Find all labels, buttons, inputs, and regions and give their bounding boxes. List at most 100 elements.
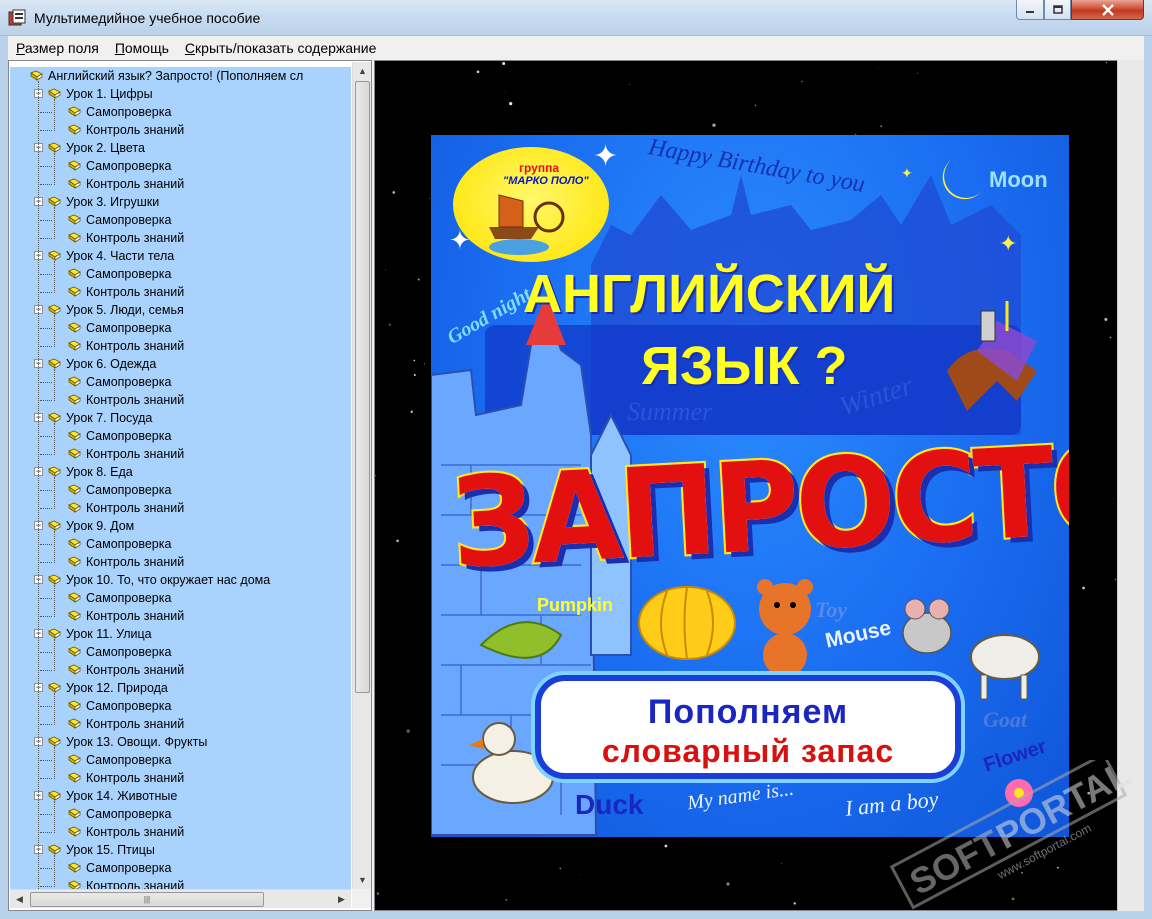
- tree-connector: [40, 130, 52, 131]
- tree-connector: [54, 423, 55, 455]
- tree-item-label: Урок 12. Природа: [66, 681, 168, 695]
- tree-item-lesson[interactable]: − Урок 15. Птицы: [10, 841, 351, 859]
- tree-item-self-check[interactable]: Самопроверка: [10, 589, 351, 607]
- tree-item-label: Самопроверка: [86, 699, 172, 713]
- tree-horizontal-scroll-thumb[interactable]: |||: [30, 892, 264, 907]
- tree-item-lesson[interactable]: − Урок 4. Части тела: [10, 247, 351, 265]
- tree-item-lesson[interactable]: − Урок 8. Еда: [10, 463, 351, 481]
- tree-connector: [40, 220, 52, 221]
- tree-item-lesson[interactable]: − Урок 12. Природа: [10, 679, 351, 697]
- tree-item-label: Урок 11. Улица: [66, 627, 152, 641]
- book-icon: [68, 178, 81, 189]
- tree-connector: [40, 778, 52, 779]
- maximize-button[interactable]: [1044, 0, 1071, 20]
- tree-item-self-check[interactable]: Самопроверка: [10, 427, 351, 445]
- tree-item-self-check[interactable]: Самопроверка: [10, 643, 351, 661]
- tree-connector: [40, 112, 52, 113]
- tree-item-label: Самопроверка: [86, 537, 172, 551]
- tree-item-lesson[interactable]: − Урок 11. Улица: [10, 625, 351, 643]
- tree-item-knowledge-test[interactable]: Контроль знаний: [10, 877, 351, 889]
- tree-connector: [54, 801, 55, 833]
- tree-item-lesson[interactable]: − Урок 13. Овощи. Фрукты: [10, 733, 351, 751]
- tree-connector: [40, 868, 52, 869]
- tree-connector: [54, 639, 55, 671]
- tree-item-root[interactable]: Английский язык? Запросто! (Пополняем сл: [10, 67, 351, 85]
- tree-item-knowledge-test[interactable]: Контроль знаний: [10, 337, 351, 355]
- tree-item-knowledge-test[interactable]: Контроль знаний: [10, 121, 351, 139]
- tree-connector: [40, 544, 52, 545]
- tree-item-knowledge-test[interactable]: Контроль знаний: [10, 391, 351, 409]
- star-icon: ✦: [901, 165, 913, 181]
- scroll-left-arrow-icon[interactable]: ◀: [10, 890, 29, 908]
- minimize-button[interactable]: [1016, 0, 1044, 20]
- tree-item-lesson[interactable]: − Урок 9. Дом: [10, 517, 351, 535]
- close-button[interactable]: [1071, 0, 1144, 20]
- tree-item-label: Самопроверка: [86, 105, 172, 119]
- tree-item-knowledge-test[interactable]: Контроль знаний: [10, 553, 351, 571]
- tree-item-lesson[interactable]: − Урок 1. Цифры: [10, 85, 351, 103]
- tree-item-self-check[interactable]: Самопроверка: [10, 535, 351, 553]
- menu-toggle-contents[interactable]: Скрыть/показать содержание: [177, 40, 384, 56]
- tree-item-lesson[interactable]: − Урок 2. Цвета: [10, 139, 351, 157]
- tree-item-lesson[interactable]: − Урок 14. Животные: [10, 787, 351, 805]
- tree-item-knowledge-test[interactable]: Контроль знаний: [10, 229, 351, 247]
- tree-item-self-check[interactable]: Самопроверка: [10, 481, 351, 499]
- tree-item-label: Самопроверка: [86, 375, 172, 389]
- book-icon: [48, 196, 61, 207]
- book-icon: [68, 610, 81, 621]
- tree-connector: [40, 562, 52, 563]
- tree-item-self-check[interactable]: Самопроверка: [10, 373, 351, 391]
- tree-item-self-check[interactable]: Самопроверка: [10, 265, 351, 283]
- tree-item-self-check[interactable]: Самопроверка: [10, 805, 351, 823]
- tree-item-knowledge-test[interactable]: Контроль знаний: [10, 661, 351, 679]
- title-bar: Мультимедийное учебное пособие: [0, 0, 1152, 36]
- minimize-icon: [1026, 10, 1034, 13]
- scrollbar-corner: [352, 889, 371, 908]
- publisher-label: группа: [519, 161, 560, 175]
- tree-item-knowledge-test[interactable]: Контроль знаний: [10, 823, 351, 841]
- scroll-up-arrow-icon[interactable]: ▲: [353, 62, 372, 80]
- tree-item-knowledge-test[interactable]: Контроль знаний: [10, 175, 351, 193]
- book-icon: [48, 142, 61, 153]
- tree-item-lesson[interactable]: − Урок 10. То, что окружает нас дома: [10, 571, 351, 589]
- tree-item-self-check[interactable]: Самопроверка: [10, 103, 351, 121]
- tree-item-knowledge-test[interactable]: Контроль знаний: [10, 607, 351, 625]
- tree-item-label: Урок 7. Посуда: [66, 411, 153, 425]
- star-icon: ✦: [593, 140, 619, 173]
- tree-item-self-check[interactable]: Самопроверка: [10, 211, 351, 229]
- tree-item-knowledge-test[interactable]: Контроль знаний: [10, 499, 351, 517]
- tree-item-label: Самопроверка: [86, 807, 172, 821]
- tree-item-lesson[interactable]: − Урок 3. Игрушки: [10, 193, 351, 211]
- tree-item-self-check[interactable]: Самопроверка: [10, 751, 351, 769]
- tree-item-self-check[interactable]: Самопроверка: [10, 859, 351, 877]
- window-title: Мультимедийное учебное пособие: [34, 10, 261, 26]
- tree-item-knowledge-test[interactable]: Контроль знаний: [10, 445, 351, 463]
- tree-item-lesson[interactable]: − Урок 5. Люди, семья: [10, 301, 351, 319]
- tree-item-knowledge-test[interactable]: Контроль знаний: [10, 715, 351, 733]
- tree-connector: [40, 652, 52, 653]
- tree-item-knowledge-test[interactable]: Контроль знаний: [10, 283, 351, 301]
- tree-item-self-check[interactable]: Самопроверка: [10, 319, 351, 337]
- tree-item-knowledge-test[interactable]: Контроль знаний: [10, 769, 351, 787]
- tree-connector: [38, 81, 39, 889]
- scroll-right-arrow-icon[interactable]: ▶: [332, 890, 351, 908]
- tree-item-label: Контроль знаний: [86, 663, 185, 677]
- tree-vertical-scroll-thumb[interactable]: [355, 81, 370, 693]
- scroll-down-arrow-icon[interactable]: ▼: [353, 871, 372, 889]
- book-icon: [68, 214, 81, 225]
- menu-field-size[interactable]: Размер поля: [8, 40, 107, 56]
- menu-help[interactable]: Помощь: [107, 40, 177, 56]
- tree-horizontal-scrollbar[interactable]: ◀ ||| ▶: [10, 889, 351, 908]
- tree-item-self-check[interactable]: Самопроверка: [10, 697, 351, 715]
- ship-icon: [489, 194, 565, 255]
- book-icon: [68, 430, 81, 441]
- cover-title-line1: АНГЛИЙСКИЙ: [523, 264, 896, 324]
- tree-item-lesson[interactable]: − Урок 7. Посуда: [10, 409, 351, 427]
- tree-vertical-scrollbar[interactable]: ▲ ▼: [352, 62, 371, 889]
- tree-item-self-check[interactable]: Самопроверка: [10, 157, 351, 175]
- tree-connector: [40, 886, 52, 887]
- book-icon: [68, 664, 81, 675]
- tree-item-label: Самопроверка: [86, 483, 172, 497]
- tree-item-lesson[interactable]: − Урок 6. Одежда: [10, 355, 351, 373]
- tree-connector: [40, 400, 52, 401]
